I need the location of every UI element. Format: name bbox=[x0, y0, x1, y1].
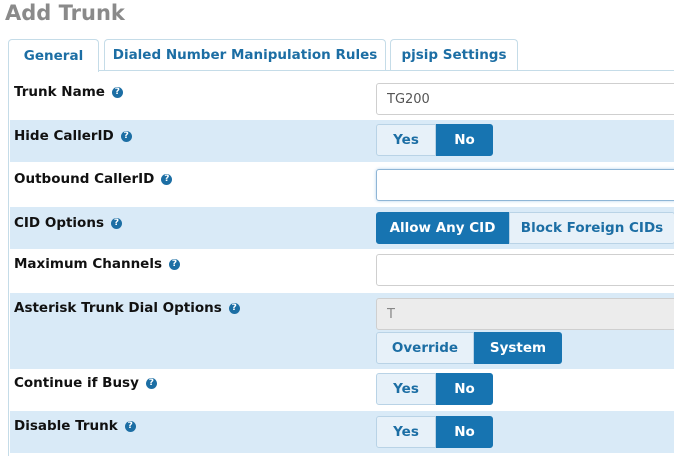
cid-options-label: CID Options ? bbox=[14, 215, 122, 231]
outbound-callerid-input[interactable] bbox=[376, 169, 674, 201]
help-circle-icon[interactable]: ? bbox=[228, 302, 240, 314]
dial-options-text: Asterisk Trunk Dial Options bbox=[14, 300, 222, 316]
hide-callerid-no-button[interactable]: No bbox=[436, 124, 493, 156]
dial-options-label: Asterisk Trunk Dial Options ? bbox=[14, 300, 240, 316]
dial-options-toggle: Override System bbox=[376, 332, 562, 364]
max-channels-input[interactable] bbox=[376, 254, 674, 286]
help-circle-icon[interactable]: ? bbox=[161, 173, 173, 185]
outbound-callerid-row: Outbound CallerID ? bbox=[10, 163, 674, 207]
hide-callerid-row: Hide CallerID ? Yes No bbox=[10, 120, 674, 162]
disable-trunk-toggle: Yes No bbox=[376, 416, 493, 448]
disable-trunk-row: Disable Trunk ? Yes No bbox=[10, 411, 674, 453]
continue-if-busy-no-button[interactable]: No bbox=[436, 373, 493, 405]
outbound-callerid-label: Outbound CallerID ? bbox=[14, 171, 173, 187]
help-circle-icon[interactable]: ? bbox=[145, 377, 157, 389]
system-button[interactable]: System bbox=[474, 332, 562, 364]
tab-general[interactable]: General bbox=[8, 39, 99, 72]
page-title: Add Trunk bbox=[5, 1, 125, 25]
override-button[interactable]: Override bbox=[376, 332, 474, 364]
max-channels-text: Maximum Channels bbox=[14, 256, 162, 272]
hide-callerid-text: Hide CallerID bbox=[14, 128, 114, 144]
help-circle-icon[interactable]: ? bbox=[110, 217, 122, 229]
hide-callerid-label: Hide CallerID ? bbox=[14, 128, 132, 144]
trunk-name-input[interactable] bbox=[376, 83, 674, 115]
max-channels-row: Maximum Channels ? bbox=[10, 249, 674, 293]
help-circle-icon[interactable]: ? bbox=[120, 130, 132, 142]
cid-options-toggle: Allow Any CID Block Foreign CIDs bbox=[376, 212, 674, 244]
disable-trunk-yes-button[interactable]: Yes bbox=[376, 416, 436, 448]
cid-options-row: CID Options ? Allow Any CID Block Foreig… bbox=[10, 207, 674, 249]
disable-trunk-text: Disable Trunk bbox=[14, 418, 118, 434]
hide-callerid-toggle: Yes No bbox=[376, 124, 493, 156]
block-foreign-cids-button[interactable]: Block Foreign CIDs bbox=[509, 212, 674, 244]
help-circle-icon[interactable]: ? bbox=[111, 86, 123, 98]
tab-dialed-number-manipulation-rules[interactable]: Dialed Number Manipulation Rules bbox=[104, 39, 386, 70]
hide-callerid-yes-button[interactable]: Yes bbox=[376, 124, 436, 156]
help-circle-icon[interactable]: ? bbox=[169, 258, 180, 270]
dial-options-input bbox=[376, 298, 674, 330]
continue-if-busy-yes-button[interactable]: Yes bbox=[376, 373, 436, 405]
continue-if-busy-row: Continue if Busy ? Yes No bbox=[10, 369, 674, 411]
disable-trunk-no-button[interactable]: No bbox=[436, 416, 493, 448]
trunk-name-row: Trunk Name ? bbox=[10, 71, 674, 119]
help-circle-icon[interactable]: ? bbox=[124, 420, 136, 432]
continue-if-busy-toggle: Yes No bbox=[376, 373, 493, 405]
trunk-name-text: Trunk Name bbox=[14, 84, 105, 100]
general-panel: Trunk Name ? Hide CallerID ? Yes No Outb… bbox=[8, 70, 674, 456]
trunk-name-label: Trunk Name ? bbox=[14, 84, 123, 100]
tab-pjsip-settings[interactable]: pjsip Settings bbox=[390, 39, 518, 70]
continue-if-busy-text: Continue if Busy bbox=[14, 375, 139, 391]
outbound-callerid-text: Outbound CallerID bbox=[14, 171, 155, 187]
cid-options-text: CID Options bbox=[14, 215, 104, 231]
disable-trunk-label: Disable Trunk ? bbox=[14, 418, 136, 434]
allow-any-cid-button[interactable]: Allow Any CID bbox=[376, 212, 509, 244]
max-channels-label: Maximum Channels ? bbox=[14, 256, 180, 272]
continue-if-busy-label: Continue if Busy ? bbox=[14, 375, 157, 391]
dial-options-row: Asterisk Trunk Dial Options ? Override S… bbox=[10, 293, 674, 369]
